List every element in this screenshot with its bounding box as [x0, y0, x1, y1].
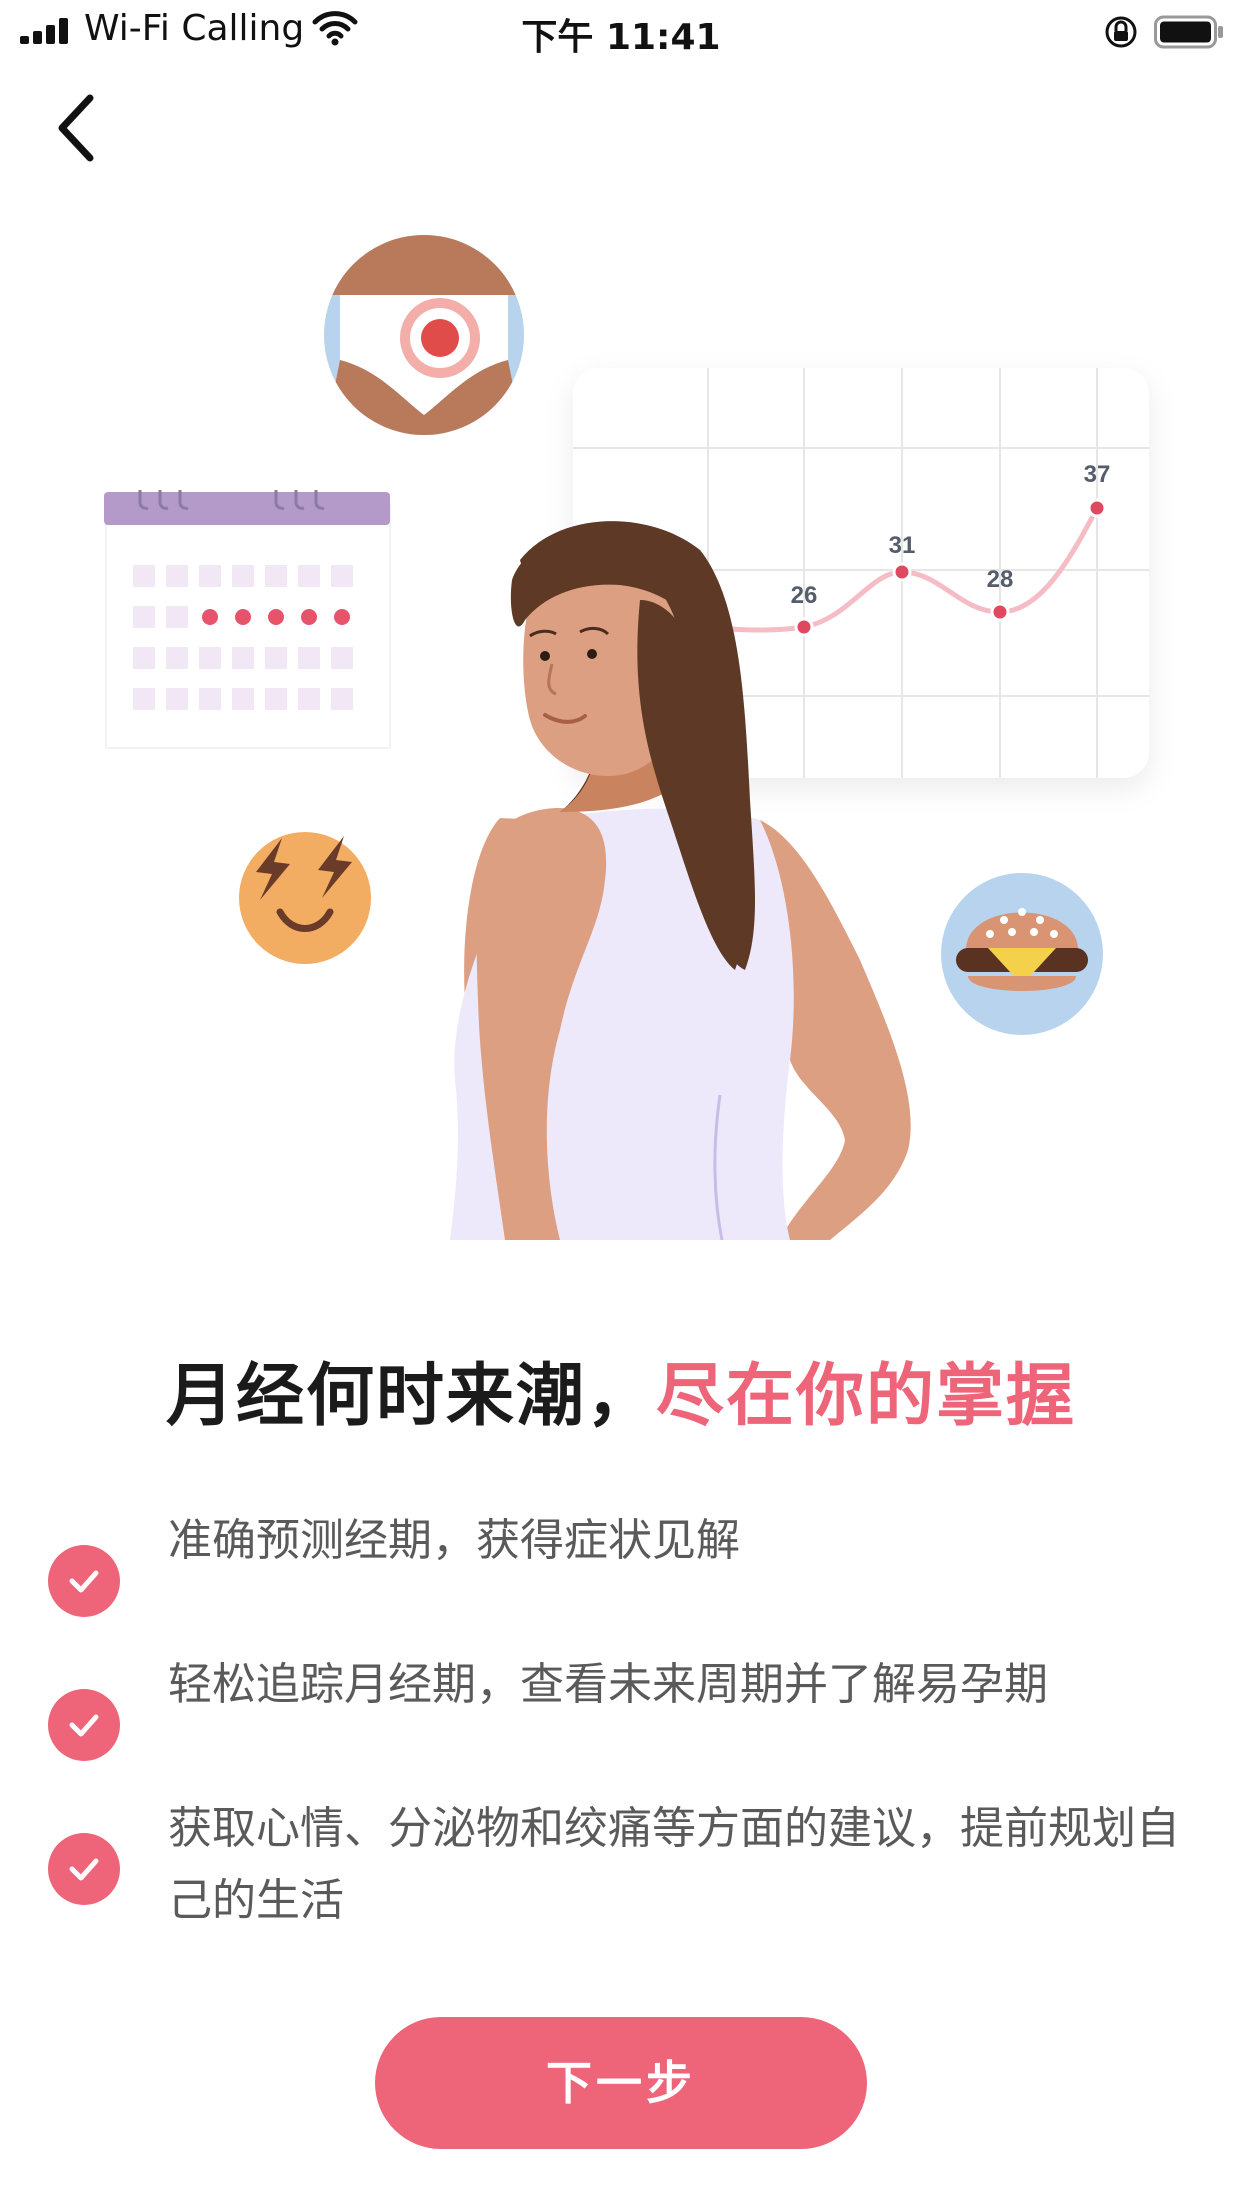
status-time: 下午 11:41: [521, 17, 721, 58]
check-icon: [48, 1545, 120, 1617]
battery-icon: [1154, 15, 1223, 49]
feature-text: 准确预测经期，获得症状见解: [168, 1515, 740, 1566]
chevron-left-icon: [58, 94, 94, 162]
status-bar: Wi-Fi Calling 下午 11:41: [0, 0, 1242, 64]
orientation-lock-icon: [1105, 16, 1137, 48]
chart-point: [794, 617, 814, 637]
pelvis-target-icon: [324, 235, 524, 435]
next-button[interactable]: 下一步: [375, 2017, 867, 2149]
back-button[interactable]: [52, 88, 112, 168]
feature-text: 轻松追踪月经期，查看未来周期并了解易孕期: [168, 1659, 1048, 1710]
check-icon: [48, 1833, 120, 1905]
feature-text: 获取心情、分泌物和绞痛等方面的建议，提前规划自己的生活: [168, 1803, 1180, 1926]
check-icon: [48, 1689, 120, 1761]
title-part-main: 月经何时来潮，: [165, 1357, 656, 1436]
calendar-icon: [104, 490, 391, 749]
chart-label: 26: [791, 582, 818, 609]
chart-point: [990, 602, 1010, 622]
chart-label: 31: [889, 532, 916, 559]
burger-icon: [941, 873, 1103, 1035]
hero-illustration: 26 31 28 37: [104, 235, 1149, 1240]
page-title: 月经何时来潮，尽在你的掌握: [0, 1340, 1242, 1439]
title-part-accent: 尽在你的掌握: [656, 1357, 1077, 1436]
lightning-eyes-emoji-icon: [239, 832, 371, 964]
chart-point: [1087, 498, 1107, 518]
chart-point: [892, 562, 912, 582]
chart-label: 37: [1084, 461, 1111, 488]
chart-label: 28: [987, 566, 1014, 593]
